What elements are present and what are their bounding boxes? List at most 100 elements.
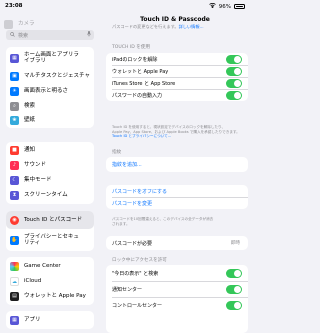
sidebar-item-label: ウォレットと Apple Pay (24, 292, 86, 299)
row-label: パスコードが必要 (112, 240, 153, 247)
search-input[interactable]: 検索 (18, 32, 87, 39)
sidebar-item-label: Touch ID とパスコード (24, 216, 83, 223)
sidebar-item-label: 検索 (24, 102, 36, 109)
sidebar-group-security: ◉ Touch ID とパスコード ✋ プライバシーとセキュリティ (6, 211, 94, 251)
erase-data-note: パスコードを10回間違えると、このデバイスの全データが消去 されます。 (112, 217, 213, 226)
search-icon (10, 31, 15, 39)
sidebar-item-label: 壁紙 (24, 116, 36, 123)
sidebar-item-notifications[interactable]: ■ 通知 (6, 143, 94, 158)
row-label: iTunes Store と App Store (112, 80, 176, 87)
row-label: "今日の表示" と検索 (112, 270, 159, 277)
battery-percent: 96% (218, 3, 231, 10)
sidebar-item-label: サウンド (24, 162, 47, 169)
ipad-unlock-toggle[interactable] (226, 54, 242, 64)
turn-passcode-off-link[interactable]: パスコードをオフにする (112, 188, 167, 195)
sidebar-item-icloud[interactable]: ☁ iCloud (6, 274, 94, 288)
sidebar-group-general: ▦ ホーム画面とアプリライブラリ ▣ マルチタスクとジェスチャ ☀ 画面表示と明… (6, 47, 94, 128)
use-row-apple-pay[interactable]: ウォレットと Apple Pay (106, 65, 248, 77)
sidebar-item-wallet[interactable]: ▤ ウォレットと Apple Pay (6, 289, 94, 303)
status-bar: 23:08 96% (0, 0, 250, 12)
change-passcode-link[interactable]: パスコードを変更 (112, 200, 152, 207)
sidebar-group-services: Game Center ☁ iCloud ▤ ウォレットと Apple Pay (6, 257, 94, 305)
section-header-fingerprints: 指紋 (112, 150, 122, 155)
sidebar-item-screen-time[interactable]: ⧗ スクリーンタイム (6, 188, 94, 203)
sidebar-group-notifications: ■ 通知 ♪ サウンド ☾ 集中モード ⧗ スクリーンタイム (6, 142, 94, 204)
require-passcode-row[interactable]: パスコードが必要 即時 (106, 237, 248, 249)
locked-row-today-search[interactable]: "今日の表示" と検索 (106, 265, 248, 281)
use-row-password-autofill[interactable]: パスワードの自動入力 (106, 89, 248, 101)
fingerprints-card: 指紋を追加... (106, 157, 248, 172)
control-center-toggle[interactable] (226, 300, 242, 310)
password-autofill-toggle[interactable] (226, 90, 242, 100)
today-search-toggle[interactable] (226, 268, 242, 278)
add-fingerprint-row[interactable]: 指紋を追加... (106, 158, 248, 170)
sidebar-item-home-screen[interactable]: ▦ ホーム画面とアプリライブラリ (6, 49, 94, 67)
use-row-itunes-app-store[interactable]: iTunes Store と App Store (106, 77, 248, 89)
locked-row-control-center[interactable]: コントロールセンター (106, 297, 248, 313)
touch-id-privacy-link[interactable]: Touch ID とプライバシーについて... (112, 134, 171, 138)
sidebar-item-apps[interactable]: ▦ アプリ (6, 313, 94, 327)
icloud-icon: ☁ (10, 276, 19, 286)
notifications-icon: ■ (10, 146, 19, 155)
intro-text: パスコードの変更などを行えます。詳しい情報... (112, 24, 204, 29)
note-line: されます。 (112, 221, 130, 226)
focus-icon: ☾ (10, 176, 19, 185)
camera-icon (4, 19, 13, 29)
wifi-icon (208, 2, 216, 10)
row-label: コントロールセンター (112, 302, 163, 309)
require-passcode-value: 即時 (230, 241, 240, 246)
sidebar-item-label: iCloud (24, 277, 42, 284)
sidebar-item-wallpaper[interactable]: ❀ 壁紙 (6, 113, 94, 127)
home-screen-icon: ▦ (10, 53, 19, 63)
wallpaper-icon: ❀ (10, 115, 19, 125)
footer-line: Touch ID を使用すると、現状設定でデバイスのロックを解除したり、 (112, 125, 226, 129)
row-label: iPadのロックを解除 (112, 56, 158, 63)
locked-access-card: "今日の表示" と検索 通知センター コントロールセンター (106, 265, 248, 333)
sidebar-item-label: 通知 (24, 147, 36, 154)
add-fingerprint-link[interactable]: 指紋を追加... (112, 161, 142, 168)
apple-pay-toggle[interactable] (226, 66, 242, 76)
sidebar-item-display[interactable]: ☀ 画面表示と明るさ (6, 84, 94, 98)
section-header-allow-access-locked: ロック中にアクセスを許可 (112, 258, 167, 263)
sidebar-group-apps: ▦ アプリ (6, 311, 94, 329)
sidebar-item-label: ホーム画面とアプリライブラリ (24, 51, 79, 65)
apps-icon: ▦ (10, 315, 19, 325)
locked-row-notification-center[interactable]: 通知センター (106, 281, 248, 297)
sidebar-item-multitasking[interactable]: ▣ マルチタスクとジェスチャ (6, 69, 94, 83)
game-center-icon (10, 261, 19, 271)
sidebar-item-camera[interactable]: カメラ (0, 19, 88, 29)
touch-id-settings-panel: Touch ID & Passcode パスコードの変更などを行えます。詳しい情… (100, 12, 250, 333)
change-passcode-row[interactable]: パスコードを変更 (106, 197, 248, 210)
row-label: 通知センター (112, 286, 143, 293)
status-time: 23:08 (5, 3, 23, 9)
sidebar-item-label: プライバシーとセキュリティ (24, 233, 79, 247)
section-header-use-touch-id: TOUCH ID を使用 (112, 45, 151, 50)
search-field[interactable]: 検索 (6, 30, 94, 40)
row-label: パスワードの自動入力 (112, 92, 163, 99)
microphone-icon[interactable] (87, 31, 91, 39)
passcode-card: パスコードをオフにする パスコードを変更 (106, 185, 248, 209)
turn-passcode-off-row[interactable]: パスコードをオフにする (106, 185, 248, 197)
sidebar-item-label: スクリーンタイム (24, 192, 68, 199)
settings-sidebar: カメラ 検索 ▦ ホーム画面とアプリライブラリ ▣ マルチタスクとジェスチャ ☀… (0, 12, 100, 333)
notification-center-toggle[interactable] (226, 284, 242, 294)
sidebar-item-label: カメラ (18, 20, 35, 27)
sidebar-item-privacy[interactable]: ✋ プライバシーとセキュリティ (6, 230, 94, 250)
sidebar-item-sounds[interactable]: ♪ サウンド (6, 158, 94, 173)
wallet-icon: ▤ (10, 291, 19, 301)
itunes-app-store-toggle[interactable] (226, 78, 242, 88)
battery-icon (234, 4, 245, 9)
sidebar-item-focus[interactable]: ☾ 集中モード (6, 173, 94, 188)
sidebar-item-game-center[interactable]: Game Center (6, 259, 94, 273)
use-row-ipad-unlock[interactable]: iPadのロックを解除 (106, 53, 248, 65)
note-line: パスコードを10回間違えると、このデバイスの全データが消去 (112, 217, 214, 221)
multitasking-icon: ▣ (10, 71, 19, 81)
sounds-icon: ♪ (10, 161, 19, 170)
learn-more-link[interactable]: 詳しい情報... (179, 24, 204, 29)
touch-id-icon: ◉ (10, 215, 19, 225)
page-title: Touch ID & Passcode (140, 16, 210, 23)
sidebar-item-touch-id[interactable]: ◉ Touch ID とパスコード (6, 211, 94, 229)
sidebar-item-search[interactable]: ⌕ 検索 (6, 99, 94, 113)
status-right: 96% (208, 2, 245, 10)
privacy-icon: ✋ (10, 235, 19, 245)
